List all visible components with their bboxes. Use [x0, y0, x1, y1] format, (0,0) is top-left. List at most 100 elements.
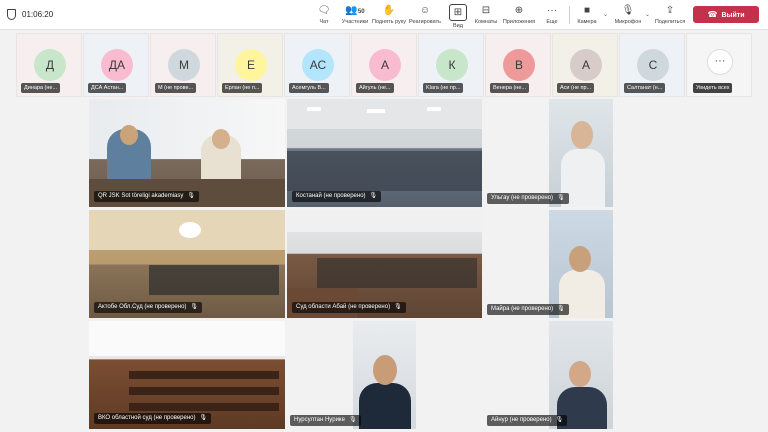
microphone-icon: 🎙 [348, 417, 357, 423]
participant-name: Айнур (не проверено) 🎙 [487, 415, 568, 426]
participant-name: М (не прове... [155, 83, 197, 93]
mic-button[interactable]: 🎙 Микрофон [611, 4, 645, 30]
chat-button[interactable]: 🗨 Чат [307, 4, 341, 30]
desk-row [129, 371, 279, 379]
participant-name: ВКО областной суд (не проверено) 🎙 [94, 413, 212, 424]
person-head [373, 355, 397, 385]
participant-name: Костанай (не проверено) 🎙 [292, 191, 382, 202]
video-tile[interactable] [549, 321, 613, 429]
video-tile[interactable]: ВКО областной суд (не проверено) 🎙 [89, 321, 285, 429]
ceiling-light [427, 107, 441, 111]
video-tile[interactable]: Актобе Обл.Суд (не проверено) 🎙 [89, 210, 285, 318]
rooms-button[interactable]: ⊟ Комнаты [469, 4, 503, 30]
camera-options-chevron-icon[interactable]: ⌄ [603, 11, 608, 18]
video-tile[interactable] [549, 210, 613, 318]
seated-audience [317, 258, 477, 288]
microphone-icon: 🎙 [187, 193, 195, 199]
video-tile[interactable]: QR JSK Sot töreligi akademiasy 🎙 [89, 99, 285, 207]
shield-icon [7, 9, 16, 20]
more-button[interactable]: ··· Еще [535, 4, 569, 30]
leave-button[interactable]: ☎ Выйти [693, 6, 759, 23]
avatar: АС [302, 49, 334, 81]
participant-card[interactable]: ДА ДСА Астан... [83, 33, 149, 97]
person-head [212, 129, 230, 149]
ceiling [89, 321, 285, 356]
seated-audience [287, 151, 482, 191]
participant-name: Асемгуль В... [289, 83, 329, 93]
ceiling [287, 210, 482, 232]
ceiling-light [367, 109, 385, 113]
meeting-toolbar: 01:06:20 🗨 Чат 👥50 Участники ✋ Поднять р… [0, 0, 768, 30]
participant-card[interactable]: Д Динара (не... [16, 33, 82, 97]
avatar: А [570, 49, 602, 81]
participant-name: Айгуль (не... [356, 83, 394, 93]
participant-card[interactable]: М М (не прове... [150, 33, 216, 97]
video-tile[interactable]: Костанай (не проверено) 🎙 [287, 99, 482, 207]
person-head [569, 361, 591, 387]
microphone-icon: 🎙 [369, 193, 378, 199]
avatar: А [369, 49, 401, 81]
chandelier [179, 222, 201, 238]
person-figure [359, 383, 411, 429]
hand-icon: ✋ [382, 5, 396, 16]
avatar: К [436, 49, 468, 81]
mic-options-chevron-icon[interactable]: ⌄ [645, 11, 650, 18]
meeting-timer: 01:06:20 [22, 10, 54, 19]
share-button[interactable]: ⇪ Поделиться [653, 4, 687, 30]
apps-button[interactable]: ⊕ Приложения [502, 4, 536, 30]
desk-row [129, 387, 279, 395]
avatar: В [503, 49, 535, 81]
participant-card[interactable]: АС Асемгуль В... [284, 33, 350, 97]
avatar: М [168, 49, 200, 81]
participants-button[interactable]: 👥50 Участники [338, 4, 372, 30]
participant-card[interactable]: Е Ерлан (не п... [217, 33, 283, 97]
video-tile[interactable]: Суд области Абай (не проверено) 🎙 [287, 210, 482, 318]
avatar: ДА [101, 49, 133, 81]
participant-name: Ульгау (не проверено) 🎙 [487, 193, 569, 204]
participant-card[interactable]: С Салтанат (н... [619, 33, 685, 97]
react-button[interactable]: ☺ Реагировать [408, 4, 442, 30]
participant-name: Венера (не... [490, 83, 529, 93]
person-head [569, 246, 591, 272]
participant-name: Аси (не пр... [557, 83, 595, 93]
rooms-icon: ⊟ [481, 5, 491, 16]
participant-name: Актобе Обл.Суд (не проверено) 🎙 [94, 302, 203, 313]
share-icon: ⇪ [665, 5, 675, 16]
avatar: Д [34, 49, 66, 81]
participant-name: Майра (не проверено) 🎙 [487, 304, 569, 315]
raise-hand-button[interactable]: ✋ Поднять руку [372, 4, 406, 30]
microphone-icon: 🎙 [199, 415, 208, 421]
ellipsis-icon[interactable]: ··· [707, 49, 733, 75]
avatar: С [637, 49, 669, 81]
microphone-icon: 🎙 [557, 306, 565, 312]
participant-name: Суд области Абай (не проверено) 🎙 [292, 302, 406, 313]
participant-card[interactable]: А Айгуль (не... [351, 33, 417, 97]
participant-card[interactable]: А Аси (не пр... [552, 33, 618, 97]
avatar: Е [235, 49, 267, 81]
chat-icon: 🗨 [317, 5, 331, 16]
video-tile[interactable] [549, 99, 613, 207]
participant-name: Динара (не... [21, 83, 61, 93]
microphone-icon: 🎙 [557, 195, 565, 201]
participant-name: Нурсултан Нурике 🎙 [290, 415, 361, 426]
participant-card[interactable]: В Венера (не... [485, 33, 551, 97]
participant-card[interactable]: К Klara (не пр... [418, 33, 484, 97]
participant-name: QR JSK Sot töreligi akademiasy 🎙 [94, 191, 199, 202]
people-icon: 👥50 [345, 5, 365, 16]
participant-name: ДСА Астан... [88, 83, 127, 93]
ceiling-light [307, 107, 321, 111]
smiley-icon: ☺ [419, 5, 431, 16]
participants-count: 50 [357, 9, 365, 15]
see-all-card[interactable]: ··· Увидеть всех [686, 33, 752, 97]
microphone-icon: 🎙 [621, 5, 635, 16]
participant-name: Klara (не пр... [423, 83, 464, 93]
ellipsis-icon: ··· [547, 5, 557, 16]
plus-icon: ⊕ [514, 5, 524, 16]
video-tile[interactable] [353, 321, 416, 429]
participant-name: Ерлан (не п... [222, 83, 263, 93]
participant-name: Салтанат (н... [624, 83, 666, 93]
phone-hangup-icon: ☎ [707, 10, 718, 19]
camera-button[interactable]: ■ Камера [570, 4, 604, 30]
person-head [120, 125, 138, 145]
microphone-icon: 🎙 [190, 304, 199, 310]
